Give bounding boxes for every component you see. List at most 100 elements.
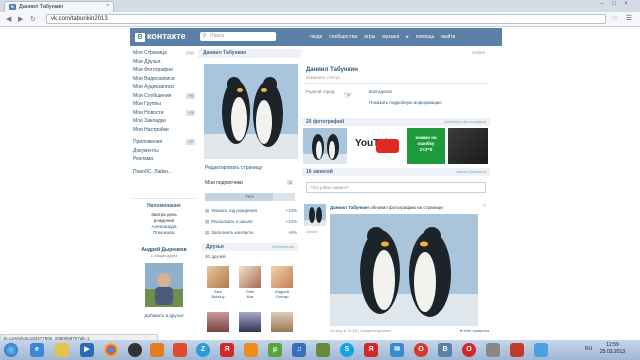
menu-item-extra[interactable]: ПоиобС. Лайкн... xyxy=(133,168,195,177)
photo-thumbnail-penguins[interactable] xyxy=(303,128,347,164)
mail-icon[interactable]: ✉ xyxy=(390,343,404,357)
browser-tab[interactable]: В Даниил Табункин × xyxy=(4,1,114,12)
tab-close-icon[interactable]: × xyxy=(106,3,109,9)
media-player-icon[interactable]: ▶ xyxy=(80,343,94,357)
browser-menu-icon[interactable]: ☰ xyxy=(626,14,632,22)
post-meta[interactable]: 25 мар в 12:59 | Комментировать xyxy=(330,328,392,333)
reload-icon[interactable]: ↻ xyxy=(30,15,36,23)
tray-app2-icon[interactable] xyxy=(534,343,548,357)
firefox-icon[interactable] xyxy=(150,343,164,357)
edit-page-link[interactable]: Редактировать страницу xyxy=(205,165,262,171)
delete-post-icon[interactable]: × xyxy=(483,203,486,209)
friend-photo[interactable] xyxy=(271,312,293,332)
menu-item-bookmarks[interactable]: Мои Закладки xyxy=(133,117,195,126)
reminder-line[interactable]: Плешкова. xyxy=(133,230,195,236)
change-status-link[interactable]: изменить статус xyxy=(306,75,340,80)
friend-card[interactable]: Андрей Гончар xyxy=(271,266,293,299)
menu-item-audio[interactable]: Мои Аудиозаписи xyxy=(133,83,195,92)
utorrent-icon[interactable]: µ xyxy=(268,343,282,357)
like-button[interactable]: ♥ Мне нравится xyxy=(460,328,489,333)
skype-icon[interactable]: S xyxy=(340,343,354,357)
photo-thumbnail-quiz[interactable]: нажми на ошибку 2×2=5 xyxy=(407,128,445,164)
menu-label: Реклама xyxy=(133,156,154,162)
close-window-icon[interactable]: × xyxy=(620,1,632,7)
friend-photo[interactable] xyxy=(239,312,261,332)
profile-avatar[interactable] xyxy=(204,64,298,159)
friends-header[interactable]: Друзья обновления xyxy=(202,243,298,251)
menu-item-friends[interactable]: Мои Друзья xyxy=(133,58,195,67)
menu-item-my-page[interactable]: Моя Страница ред. xyxy=(133,49,195,58)
suggested-friend-photo[interactable] xyxy=(145,263,183,307)
nav-logout[interactable]: выйти xyxy=(441,34,455,40)
nav-people[interactable]: люди xyxy=(310,34,322,40)
completion-item-school[interactable]: ▦ Рассказать о школе +10% xyxy=(205,219,297,225)
subscribers-label: Мои подписчики xyxy=(205,180,243,186)
photo-thumbnail-youtube[interactable]: YouTube xyxy=(351,128,403,164)
friends-updates-link[interactable]: обновления xyxy=(272,244,294,249)
yandex-browser-icon[interactable]: Я xyxy=(364,343,378,357)
show-more-info-link[interactable]: Показать подробную информацию xyxy=(369,100,442,105)
menu-item-settings[interactable]: Мои Настройки xyxy=(133,126,195,135)
game-icon[interactable] xyxy=(173,343,187,357)
post-image[interactable] xyxy=(330,214,478,326)
z-app-icon[interactable]: Z xyxy=(196,343,210,357)
menu-item-apps[interactable]: Приложения +7 xyxy=(133,138,195,147)
address-bar[interactable]: vk.com/tabunkin2013 xyxy=(46,14,606,24)
minimize-icon[interactable]: – xyxy=(596,1,608,7)
menu-edit-link[interactable]: ред. xyxy=(186,49,195,58)
ie-icon[interactable]: e xyxy=(30,343,44,357)
maximize-icon[interactable]: □ xyxy=(608,1,620,7)
post-author-avatar[interactable] xyxy=(304,204,326,226)
menu-item-news[interactable]: Мои Новости +3 xyxy=(133,109,195,118)
menu-item-docs[interactable]: Документы xyxy=(133,147,195,156)
vk-app-icon[interactable]: В xyxy=(438,343,452,357)
photos-header[interactable]: 20 фотографий добавить фотографии xyxy=(302,118,490,126)
photo-thumbnail-dark[interactable] xyxy=(448,128,488,164)
completion-item-pct: +10% xyxy=(285,219,297,224)
yandex-icon[interactable]: Я xyxy=(220,343,234,357)
completion-item-contacts[interactable]: ▦ Заполнить контакты +5% xyxy=(205,230,297,236)
wall-filter-link[interactable]: записи Даниила xyxy=(456,169,486,174)
wall-header[interactable]: 16 записей записи Даниила xyxy=(302,168,490,176)
language-indicator[interactable]: RU xyxy=(585,346,592,352)
add-photos-link[interactable]: добавить фотографии xyxy=(445,119,486,124)
system-clock[interactable]: 12:59 25.03.2013 xyxy=(600,342,625,356)
nav-music[interactable]: музыка xyxy=(382,34,399,40)
chrome-icon[interactable] xyxy=(104,343,118,357)
friend-card[interactable]: Олег Бик xyxy=(239,266,261,299)
folder-icon[interactable] xyxy=(55,343,69,357)
vk-logo[interactable]: Вконтакте xyxy=(135,31,186,42)
opera-icon[interactable]: O xyxy=(414,343,428,357)
forward-icon[interactable]: ▶ xyxy=(18,15,23,23)
app-icon[interactable] xyxy=(128,343,142,357)
add-friend-button[interactable]: Добавить в друзья xyxy=(133,313,195,318)
friend-photo[interactable] xyxy=(207,312,229,332)
nav-communities[interactable]: сообщества xyxy=(329,34,357,40)
search-input[interactable]: ⚲ Поиск xyxy=(200,32,276,41)
menu-item-videos[interactable]: Мои Видеозаписи xyxy=(133,75,195,84)
nav-arrow-icon[interactable]: ▸ xyxy=(406,34,409,40)
wall-post-input[interactable]: Что у Вас нового? xyxy=(306,182,486,193)
opera2-icon[interactable]: O xyxy=(462,343,476,357)
minecraft-icon[interactable] xyxy=(316,343,330,357)
bookmark-star-icon[interactable]: ☆ xyxy=(612,14,618,22)
start-button-icon[interactable] xyxy=(4,343,18,357)
menu-item-photos[interactable]: Мои Фотографии xyxy=(133,66,195,75)
city-value[interactable]: волгодонск xyxy=(369,89,392,94)
menu-item-messages[interactable]: Мои Сообщения +5 xyxy=(133,92,195,101)
post-author-name[interactable]: Даниил Табункин xyxy=(330,205,369,210)
tools-icon[interactable] xyxy=(486,343,500,357)
odnoklassniki-icon[interactable] xyxy=(244,343,258,357)
menu-item-ads[interactable]: Реклама xyxy=(133,155,195,164)
completion-item-birthday[interactable]: ▦ Указать год рождения +10% xyxy=(205,208,297,214)
search-icon: ⚲ xyxy=(202,33,207,39)
music-icon[interactable]: ♫ xyxy=(292,343,306,357)
subscribers-link[interactable]: Мои подписчики 1 xyxy=(205,180,294,186)
completion-item-pct: +5% xyxy=(287,230,297,235)
menu-item-groups[interactable]: Мои Группы xyxy=(133,100,195,109)
back-icon[interactable]: ◀ xyxy=(6,15,11,23)
friend-card[interactable]: Alen Bolaluy xyxy=(207,266,229,299)
nav-help[interactable]: помощь xyxy=(416,34,434,40)
nav-games[interactable]: игры xyxy=(364,34,375,40)
tray-app-icon[interactable] xyxy=(510,343,524,357)
